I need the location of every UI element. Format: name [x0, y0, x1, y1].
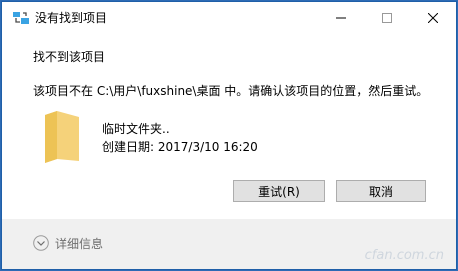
minimize-button[interactable]: [318, 2, 364, 33]
file-move-icon: [13, 12, 29, 24]
dialog-window: 没有找到项目 找不到该项目 该项目不在 C:\用户\fuxshine\桌面 中。…: [1, 1, 457, 270]
details-label: 详细信息: [55, 236, 104, 251]
window-title: 没有找到项目: [35, 11, 108, 25]
retry-button[interactable]: 重试(R): [233, 180, 325, 202]
minimize-icon: [336, 17, 346, 18]
dialog-heading: 找不到该项目: [33, 50, 106, 64]
close-button[interactable]: [410, 2, 456, 33]
file-name: 临时文件夹..: [102, 122, 170, 136]
file-created-date: 创建日期: 2017/3/10 16:20: [102, 140, 258, 154]
dialog-message: 该项目不在 C:\用户\fuxshine\桌面 中。请确认该项目的位置，然后重试…: [33, 84, 429, 98]
close-icon: [428, 12, 438, 23]
maximize-icon: [382, 12, 392, 23]
dialog-footer: 详细信息 cfan.com.cn: [2, 219, 456, 269]
maximize-button[interactable]: [364, 2, 410, 33]
watermark: cfan.com.cn: [364, 248, 444, 263]
chevron-down-icon: [33, 235, 49, 251]
details-toggle[interactable]: 详细信息: [33, 234, 103, 252]
titlebar[interactable]: 没有找到项目: [2, 2, 456, 35]
folder-icon: [45, 111, 79, 163]
cancel-button[interactable]: 取消: [336, 180, 426, 202]
